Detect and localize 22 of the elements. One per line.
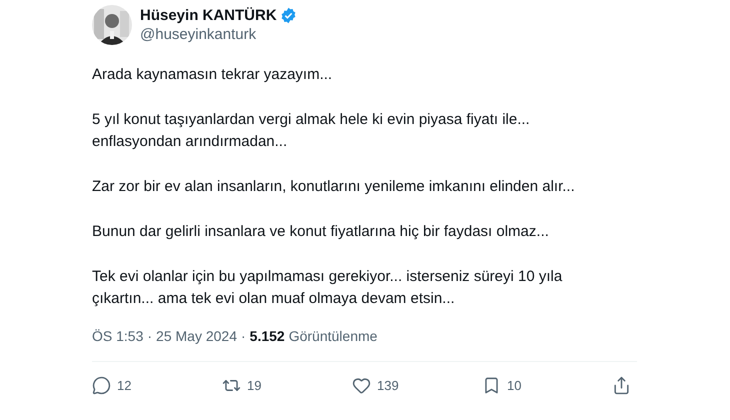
tweet-paragraph: 5 yıl konut taşıyanlardan vergi almak hele ki evin piyasa fiyatı ile... enflasyondan arındırmadan... — [92, 110, 531, 152]
view-count: 5.152 — [250, 327, 285, 346]
heart-icon — [352, 376, 371, 396]
bookmark-icon — [482, 376, 501, 396]
tweet-paragraph: Tek evi olanlar için bu yapılmaması gerekiyor... isterseniz süreyi 10 yıla çıkartın... ama tek evi olan muaf olmaya devam etsin... — [92, 267, 564, 309]
author-handle[interactable]: @huseyinkanturk — [140, 25, 297, 44]
reply-button[interactable]: 12 — [92, 376, 202, 396]
bookmark-button[interactable]: 10 — [482, 376, 592, 396]
views-label: Görüntülenme — [288, 327, 378, 346]
tweet-date[interactable]: 25 May 2024 — [156, 326, 237, 347]
separator-dot: · — [147, 327, 152, 346]
tweet-paragraph: Arada kaynamasın tekrar yazayım... — [92, 65, 334, 85]
tweet-paragraph: Bunun dar gelirli insanlara ve konut fiyatlarına hiç bir faydası olmaz... — [92, 222, 550, 242]
reply-icon — [92, 376, 111, 396]
tweet-paragraph: Zar zor bir ev alan insanların, konutlarını yenileme imkanını elinden alır... — [92, 177, 576, 197]
like-button[interactable]: 139 — [352, 376, 462, 396]
share-icon — [612, 376, 631, 396]
retweet-button[interactable]: 19 — [222, 376, 332, 396]
tweet-time[interactable]: ÖS 1:53 — [92, 326, 144, 347]
author-name[interactable]: Hüseyin KANTÜRK — [140, 6, 277, 25]
share-button[interactable] — [612, 376, 631, 396]
separator-dot: · — [241, 327, 246, 346]
